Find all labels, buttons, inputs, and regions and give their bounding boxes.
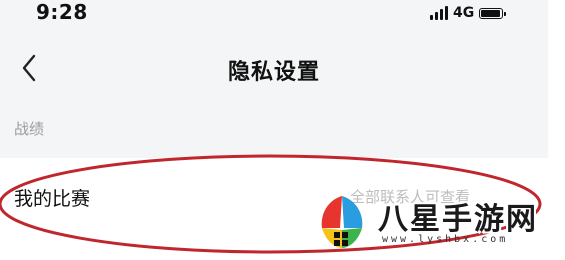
page-title: 隐私设置	[227, 60, 320, 85]
status-time: 9:28	[36, 0, 88, 24]
signal-icon	[430, 6, 448, 20]
section-label-record: 战绩	[14, 120, 45, 138]
battery-icon	[479, 7, 507, 19]
setting-row-my-matches[interactable]: 我的比赛 全部联系人可查看	[0, 158, 565, 254]
status-bar: 9:28 4G	[0, 0, 548, 30]
network-type: 4G	[453, 5, 475, 21]
status-indicators: 4G	[430, 4, 507, 22]
setting-row-value: 全部联系人可查看	[350, 188, 471, 206]
setting-row-label: 我的比赛	[14, 188, 91, 210]
navigation-bar: 隐私设置	[0, 44, 548, 94]
